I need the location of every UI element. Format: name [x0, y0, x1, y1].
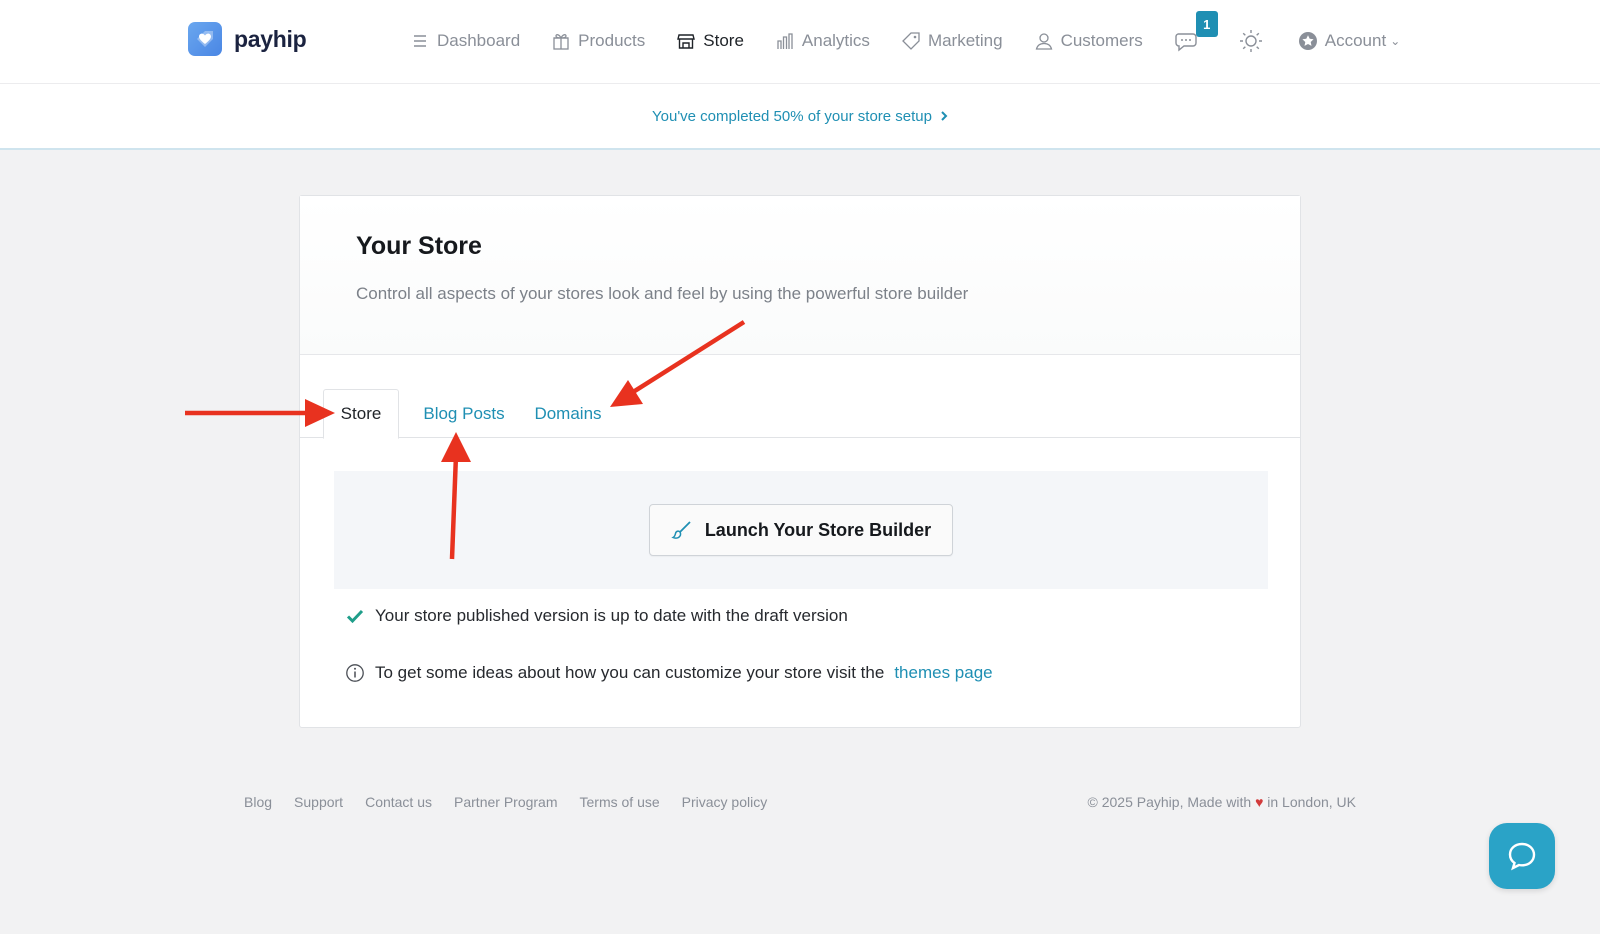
- nav-customers[interactable]: Customers: [1034, 31, 1143, 51]
- paintbrush-icon: [671, 521, 691, 539]
- brand-name: payhip: [234, 25, 307, 52]
- nav-store[interactable]: Store: [676, 31, 744, 51]
- themes-info-text: To get some ideas about how you can cust…: [375, 663, 885, 682]
- store-icon: [677, 34, 696, 49]
- card-header: Your Store Control all aspects of your s…: [300, 196, 1300, 355]
- footer-link-privacy[interactable]: Privacy policy: [682, 794, 768, 810]
- themes-info: To get some ideas about how you can cust…: [345, 663, 993, 683]
- nav-dashboard[interactable]: Dashboard: [410, 31, 520, 51]
- messages-count-badge: 1: [1195, 11, 1218, 37]
- your-store-card: Your Store Control all aspects of your s…: [299, 195, 1301, 728]
- store-setup-banner: You've completed 50% of your store setup: [0, 84, 1600, 150]
- chat-bubble-icon: [1508, 842, 1536, 871]
- nav-marketing-label: Marketing: [927, 31, 1003, 50]
- store-setup-text: You've completed 50% of your store setup: [652, 107, 932, 125]
- tab-store[interactable]: Store: [323, 389, 399, 439]
- footer-link-blog[interactable]: Blog: [244, 794, 272, 810]
- main-nav: Dashboard Products Store Analytics Marke…: [410, 11, 1401, 56]
- nav-customers-label: Customers: [1060, 31, 1143, 50]
- publish-status: Your store published version is up to da…: [345, 606, 848, 626]
- store-tabs: Store Blog Posts Domains: [300, 355, 1300, 439]
- copyright: © 2025 Payhip, Made with ♥ in London, UK: [1088, 794, 1356, 810]
- footer-link-contact[interactable]: Contact us: [365, 794, 432, 810]
- account-label: Account: [1324, 31, 1387, 50]
- nav-analytics[interactable]: Analytics: [775, 31, 870, 51]
- page-subtitle: Control all aspects of your stores look …: [356, 284, 969, 303]
- nav-dashboard-label: Dashboard: [437, 31, 521, 50]
- footer-link-support[interactable]: Support: [294, 794, 343, 810]
- messages-button[interactable]: 1: [1174, 11, 1218, 55]
- help-chat-button[interactable]: [1489, 823, 1555, 889]
- heart-icon: ♥: [1255, 794, 1264, 810]
- nav-products[interactable]: Products: [551, 31, 645, 51]
- copyright-prefix: © 2025 Payhip, Made with: [1087, 794, 1252, 810]
- footer-link-partner[interactable]: Partner Program: [454, 794, 557, 810]
- menu-icon: [414, 35, 426, 47]
- store-setup-link[interactable]: You've completed 50% of your store setup: [652, 108, 948, 125]
- chevron-down-icon: ⌄: [1390, 34, 1401, 48]
- tab-blog-posts[interactable]: Blog Posts: [419, 389, 509, 438]
- account-menu[interactable]: Account ⌄: [1298, 31, 1401, 51]
- account-star-icon: [1298, 32, 1317, 50]
- tag-icon: [902, 32, 920, 50]
- gift-icon: [553, 34, 569, 50]
- footer-links: Blog Support Contact us Partner Program …: [244, 794, 767, 810]
- bar-chart-icon: [777, 33, 793, 49]
- user-icon: [1035, 33, 1052, 50]
- chevron-right-icon: [941, 111, 948, 121]
- launch-store-builder-button[interactable]: Launch Your Store Builder: [649, 504, 953, 556]
- top-navigation-bar: payhip Dashboard Products Store Analytic…: [0, 0, 1600, 84]
- tab-domains[interactable]: Domains: [533, 389, 603, 438]
- launch-store-builder-label: Launch Your Store Builder: [704, 519, 932, 540]
- checkmark-icon: [346, 609, 364, 624]
- nav-analytics-label: Analytics: [801, 31, 870, 50]
- nav-store-label: Store: [703, 31, 744, 50]
- nav-products-label: Products: [578, 31, 646, 50]
- nav-marketing[interactable]: Marketing: [901, 31, 1003, 51]
- page-title: Your Store: [356, 232, 482, 260]
- store-builder-panel: Launch Your Store Builder: [334, 471, 1268, 589]
- copyright-suffix: in London, UK: [1267, 794, 1356, 810]
- sun-theme-icon[interactable]: [1238, 28, 1264, 54]
- publish-status-text: Your store published version is up to da…: [375, 606, 848, 625]
- themes-page-link[interactable]: themes page: [894, 663, 992, 683]
- info-circle-icon: [346, 664, 364, 682]
- payhip-logo[interactable]: payhip: [188, 22, 307, 56]
- footer-link-terms[interactable]: Terms of use: [580, 794, 660, 810]
- tag-heart-logo-icon: [188, 22, 222, 56]
